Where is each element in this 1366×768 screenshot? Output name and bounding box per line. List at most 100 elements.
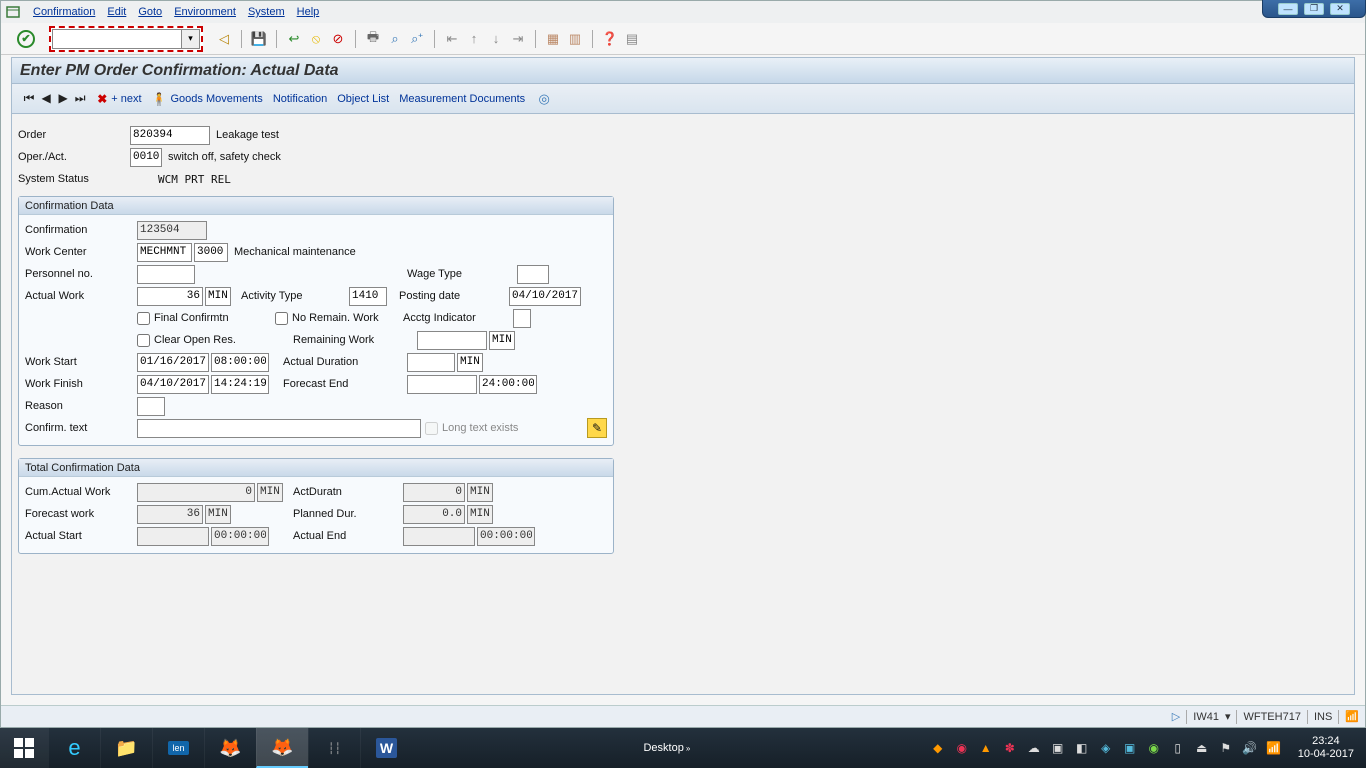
- status-signal-icon[interactable]: 📶: [1345, 710, 1359, 723]
- activitytype-field[interactable]: [349, 287, 387, 306]
- exit-icon[interactable]: ⦸: [307, 30, 325, 48]
- session-icon[interactable]: ▦: [544, 30, 562, 48]
- restore-button[interactable]: ❐: [1304, 3, 1324, 15]
- measurement-docs-link[interactable]: Measurement Documents: [399, 93, 525, 105]
- tray-wifi-icon[interactable]: 📶: [1266, 740, 1282, 756]
- wagetype-field[interactable]: [517, 265, 549, 284]
- status-dropdown-icon[interactable]: ▾: [1225, 710, 1231, 723]
- taskbar-sap[interactable]: 🦊: [256, 728, 308, 768]
- actualwork-unit[interactable]: [205, 287, 231, 306]
- nav-back-icon[interactable]: ↩: [285, 30, 303, 48]
- menu-confirmation[interactable]: Confirmation: [33, 6, 95, 18]
- cancel-confirmation-icon[interactable]: ✖: [97, 92, 107, 106]
- next-link[interactable]: + next: [111, 93, 141, 105]
- minimize-button[interactable]: —: [1278, 3, 1298, 15]
- workstart-date[interactable]: [137, 353, 209, 372]
- tray-flag-icon[interactable]: ⚑: [1218, 740, 1234, 756]
- taskbar-firefox[interactable]: 🦊: [204, 728, 256, 768]
- operation-desc: switch off, safety check: [168, 151, 281, 163]
- reason-field[interactable]: [137, 397, 165, 416]
- tray-network-icon[interactable]: ▣: [1050, 740, 1066, 756]
- ok-code-dropdown[interactable]: ▾: [182, 29, 200, 49]
- notification-link[interactable]: Notification: [273, 93, 327, 105]
- menu-environment[interactable]: Environment: [174, 6, 236, 18]
- forecastend-time[interactable]: [479, 375, 537, 394]
- print-icon[interactable]: 🖶: [364, 30, 382, 48]
- show-desktop-label[interactable]: Desktop»: [643, 742, 690, 754]
- tray-icon-1[interactable]: ◆: [930, 740, 946, 756]
- cancel-icon[interactable]: ⊘: [329, 30, 347, 48]
- status-arrow-icon[interactable]: ▷: [1172, 710, 1180, 723]
- tray-battery-icon[interactable]: ▯: [1170, 740, 1186, 756]
- last-page-icon[interactable]: ⇥: [509, 30, 527, 48]
- remainingwork-unit[interactable]: [489, 331, 515, 350]
- tray-icon-2[interactable]: ◉: [954, 740, 970, 756]
- next-page-icon[interactable]: ↓: [487, 30, 505, 48]
- actualduration-field[interactable]: [407, 353, 455, 372]
- final-confirm-checkbox[interactable]: [137, 312, 150, 325]
- longtext-edit-button[interactable]: ✎: [587, 418, 607, 438]
- object-list-link[interactable]: Object List: [337, 93, 389, 105]
- standard-toolbar: ✔ ▾ ◁ 💾 ↩ ⦸ ⊘ 🖶 ⌕ ⌕⁺ ⇤ ↑ ↓ ⇥ ▦ ▥ ❓ ▤: [1, 23, 1365, 55]
- forecastend-date[interactable]: [407, 375, 477, 394]
- nav-prev-icon[interactable]: ◀: [39, 91, 53, 105]
- no-remain-checkbox[interactable]: [275, 312, 288, 325]
- tray-onedrive-icon[interactable]: ☁: [1026, 740, 1042, 756]
- menu-system[interactable]: System: [248, 6, 285, 18]
- help-icon[interactable]: ❓: [601, 30, 619, 48]
- tray-icon-7[interactable]: ▣: [1122, 740, 1138, 756]
- save-icon[interactable]: 💾: [250, 30, 268, 48]
- tray-icon-6[interactable]: ◈: [1098, 740, 1114, 756]
- nav-first-icon[interactable]: ⏮: [22, 91, 36, 106]
- find-next-icon[interactable]: ⌕⁺: [408, 30, 426, 48]
- back-icon[interactable]: ◁: [215, 30, 233, 48]
- postingdate-field[interactable]: [509, 287, 581, 306]
- actualduration-unit[interactable]: [457, 353, 483, 372]
- tray-icon-4[interactable]: ✽: [1002, 740, 1018, 756]
- workcenter-field[interactable]: [137, 243, 192, 262]
- actualstart-time: [211, 527, 269, 546]
- taskbar-lenovo[interactable]: len: [152, 728, 204, 768]
- layout-icon[interactable]: ▤: [623, 30, 641, 48]
- nav-last-icon[interactable]: ⏭: [73, 91, 87, 106]
- close-button[interactable]: ✕: [1330, 3, 1350, 15]
- doc-icon[interactable]: ◎: [535, 90, 553, 108]
- confirmtext-field[interactable]: [137, 419, 421, 438]
- menu-help[interactable]: Help: [297, 6, 320, 18]
- remainingwork-field[interactable]: [417, 331, 487, 350]
- acctg-field[interactable]: [513, 309, 531, 328]
- tray-clock[interactable]: 23:24 10-04-2017: [1290, 735, 1362, 761]
- menu-goto[interactable]: Goto: [138, 6, 162, 18]
- shortcut-icon[interactable]: ▥: [566, 30, 584, 48]
- ok-code-field[interactable]: ▾: [49, 26, 203, 52]
- tray-usb-icon[interactable]: ⏏: [1194, 740, 1210, 756]
- operation-field[interactable]: [130, 148, 162, 167]
- order-field[interactable]: [130, 126, 210, 145]
- goods-movements-link[interactable]: Goods Movements: [170, 93, 262, 105]
- actualwork-field[interactable]: [137, 287, 203, 306]
- first-page-icon[interactable]: ⇤: [443, 30, 461, 48]
- personnel-field[interactable]: [137, 265, 195, 284]
- enter-button[interactable]: ✔: [17, 30, 35, 48]
- prev-page-icon[interactable]: ↑: [465, 30, 483, 48]
- nav-next-icon[interactable]: ▶: [56, 91, 70, 105]
- taskbar-ie[interactable]: e: [48, 728, 100, 768]
- tray-icon-5[interactable]: ◧: [1074, 740, 1090, 756]
- workstart-label: Work Start: [25, 356, 137, 368]
- taskbar-separator: ┆┆: [308, 728, 360, 768]
- menu-icon[interactable]: [5, 4, 21, 20]
- start-button[interactable]: [0, 728, 48, 768]
- tray-volume-icon[interactable]: 🔊: [1242, 740, 1258, 756]
- workfinish-date[interactable]: [137, 375, 209, 394]
- taskbar-word[interactable]: W: [360, 728, 412, 768]
- tray-icon-8[interactable]: ◉: [1146, 740, 1162, 756]
- tray-icon-3[interactable]: ▲: [978, 740, 994, 756]
- workfinish-time[interactable]: [211, 375, 269, 394]
- ok-code-input[interactable]: [52, 29, 182, 49]
- plant-field[interactable]: [194, 243, 228, 262]
- menu-edit[interactable]: Edit: [107, 6, 126, 18]
- find-icon[interactable]: ⌕: [386, 30, 404, 48]
- taskbar-explorer[interactable]: 📁: [100, 728, 152, 768]
- workstart-time[interactable]: [211, 353, 269, 372]
- clear-open-checkbox[interactable]: [137, 334, 150, 347]
